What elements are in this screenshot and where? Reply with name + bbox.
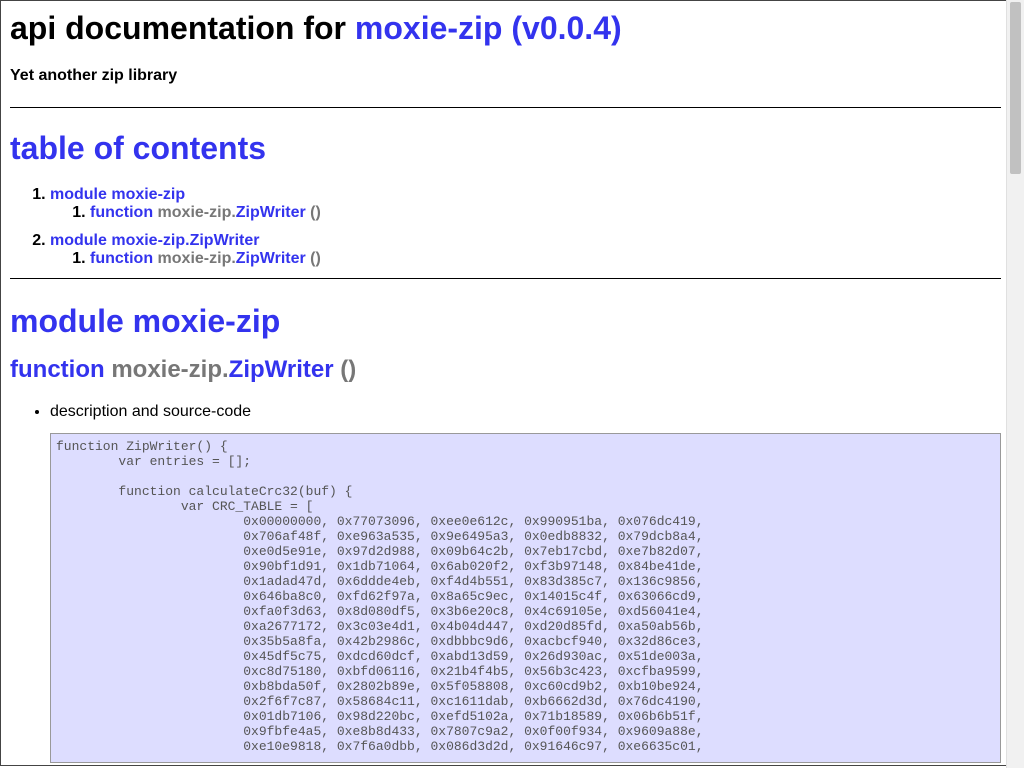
toc-item: module moxie-zip function moxie-zip.ZipW… xyxy=(50,186,1001,222)
package-link[interactable]: moxie-zip (v0.0.4) xyxy=(355,10,622,46)
page-title-prefix: api documentation for xyxy=(10,10,346,46)
function-parens: () xyxy=(310,204,321,221)
function-heading: function moxie-zip.ZipWriter () xyxy=(10,355,1001,385)
toc-link-function[interactable]: function moxie-zip.ZipWriter () xyxy=(90,204,321,221)
function-keyword: function xyxy=(90,204,154,221)
divider xyxy=(10,278,1001,279)
page-title: api documentation for moxie-zip (v0.0.4) xyxy=(10,9,1001,47)
toc-subitem: function moxie-zip.ZipWriter () xyxy=(90,250,1001,268)
toc-link-module[interactable]: module moxie-zip.ZipWriter xyxy=(50,232,260,249)
function-name: ZipWriter xyxy=(228,356,334,383)
document-content: api documentation for moxie-zip (v0.0.4)… xyxy=(1,9,1001,763)
toc-sublist: function moxie-zip.ZipWriter () xyxy=(50,250,1001,268)
toc-item: module moxie-zip.ZipWriter function moxi… xyxy=(50,232,1001,268)
function-prefix: moxie-zip. xyxy=(111,356,229,383)
toc-link-function[interactable]: function moxie-zip.ZipWriter () xyxy=(90,250,321,267)
toc-sublist: function moxie-zip.ZipWriter () xyxy=(50,204,1001,222)
function-prefix: moxie-zip. xyxy=(157,204,236,221)
package-description: Yet another zip library xyxy=(10,67,178,84)
function-parens: () xyxy=(340,356,357,383)
module-heading: module moxie-zip xyxy=(10,303,281,339)
document-page: api documentation for moxie-zip (v0.0.4)… xyxy=(0,0,1006,766)
source-code-block: function ZipWriter() { var entries = [];… xyxy=(50,433,1001,763)
toc-link-module[interactable]: module moxie-zip xyxy=(50,186,185,203)
description-item: description and source-code xyxy=(50,403,1001,421)
vertical-scrollbar[interactable] xyxy=(1006,0,1024,768)
function-keyword: function xyxy=(10,356,105,383)
scrollbar-thumb[interactable] xyxy=(1010,2,1021,174)
toc-subitem: function moxie-zip.ZipWriter () xyxy=(90,204,1001,222)
function-keyword: function xyxy=(90,250,154,267)
description-list: description and source-code xyxy=(10,403,1001,421)
function-prefix: moxie-zip. xyxy=(157,250,236,267)
divider xyxy=(10,107,1001,108)
function-name: ZipWriter xyxy=(235,250,306,267)
toc-heading: table of contents xyxy=(10,130,267,166)
table-of-contents: module moxie-zip function moxie-zip.ZipW… xyxy=(10,186,1001,268)
function-parens: () xyxy=(310,250,321,267)
function-name: ZipWriter xyxy=(235,204,306,221)
